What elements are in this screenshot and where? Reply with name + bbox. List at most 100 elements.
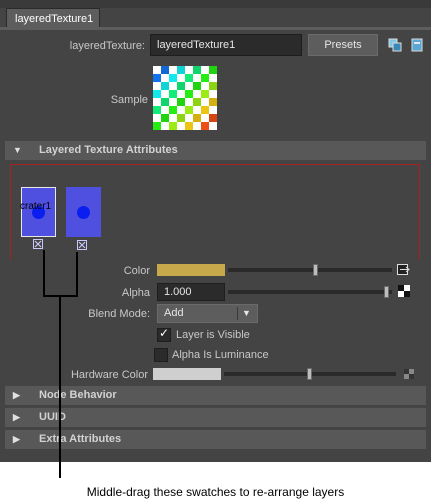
checker-map-icon[interactable]	[398, 285, 410, 297]
sample-label: Sample	[110, 94, 148, 106]
sample-checker-cell	[209, 106, 217, 114]
sample-checker-cell	[161, 106, 169, 114]
sample-checker-cell	[201, 66, 209, 74]
sample-checker-cell	[161, 114, 169, 122]
sample-checker-cell	[169, 90, 177, 98]
blend-mode-dropdown[interactable]: Add ▼	[157, 304, 258, 323]
sample-checker-cell	[209, 114, 217, 122]
sample-checker-cell	[161, 74, 169, 82]
extra-attributes-header[interactable]: ▶ Extra Attributes	[5, 430, 426, 449]
sample-checker-cell	[209, 82, 217, 90]
blend-mode-label: Blend Mode:	[88, 308, 150, 320]
node-type-label: layeredTexture:	[69, 40, 145, 52]
color-slider[interactable]	[228, 268, 392, 272]
sample-checker-cell	[153, 122, 161, 130]
sample-checker-cell	[153, 66, 161, 74]
copy-tab-icon[interactable]	[410, 38, 424, 52]
collapsed-triangle-icon: ▶	[13, 434, 20, 444]
sample-checker-cell	[161, 66, 169, 74]
section-title: Layered Texture Attributes	[39, 144, 178, 156]
focus-icon[interactable]	[388, 38, 402, 52]
sample-checker-cell	[193, 74, 201, 82]
sample-checker-cell	[169, 66, 177, 74]
sample-checker-cell	[177, 74, 185, 82]
blend-mode-value: Add	[164, 307, 184, 319]
sample-checker-cell	[201, 106, 209, 114]
color-swatch[interactable]	[157, 264, 225, 276]
expanded-triangle-icon: ▼	[13, 145, 22, 155]
color-label: Color	[123, 265, 150, 277]
map-button-icon[interactable]	[397, 264, 411, 276]
sample-checker-cell	[209, 74, 217, 82]
sample-checker-cell	[153, 82, 161, 90]
sample-checker-cell	[185, 66, 193, 74]
sample-checker-cell	[177, 98, 185, 106]
hardware-color-slider-handle[interactable]	[307, 368, 312, 380]
dropdown-divider	[237, 307, 238, 320]
remove-layer-icon[interactable]	[33, 239, 43, 249]
sample-checker-cell	[153, 114, 161, 122]
alpha-field[interactable]: 1.000	[157, 283, 225, 301]
sample-checker-cell	[209, 98, 217, 106]
sample-checker-cell	[209, 90, 217, 98]
sample-checker-cell	[185, 82, 193, 90]
presets-button[interactable]: Presets	[308, 34, 378, 56]
sample-checker-cell	[185, 74, 193, 82]
alpha-luminance-checkbox[interactable]	[154, 348, 168, 362]
sample-checker-cell	[193, 98, 201, 106]
color-slider-handle[interactable]	[313, 264, 318, 276]
layer-visible-label: Layer is Visible	[176, 329, 250, 341]
layer-visible-checkbox[interactable]: ✓	[157, 326, 171, 342]
tab-underline	[0, 27, 431, 30]
layered-texture-attributes-header[interactable]: ▼ Layered Texture Attributes	[5, 141, 426, 160]
sample-checker-cell	[185, 122, 193, 130]
sample-checker-cell	[209, 122, 217, 130]
attribute-editor-panel: layeredTexture1 layeredTexture: layeredT…	[0, 0, 431, 462]
collapsed-triangle-icon: ▶	[13, 390, 20, 400]
layer-name-label: crater1	[20, 201, 52, 212]
sample-checker-cell	[161, 82, 169, 90]
sample-checker-cell	[201, 122, 209, 130]
sample-checker-cell	[201, 74, 209, 82]
sample-checker-cell	[169, 82, 177, 90]
sample-checker-cell	[153, 90, 161, 98]
sample-checker-cell	[201, 90, 209, 98]
hardware-color-label: Hardware Color	[70, 369, 148, 381]
sample-checker-cell	[193, 122, 201, 130]
sample-checker-cell	[185, 98, 193, 106]
sample-checker-cell	[201, 98, 209, 106]
sample-checker-cell	[193, 66, 201, 74]
alpha-luminance-label: Alpha Is Luminance	[172, 349, 269, 361]
section-title: Extra Attributes	[39, 433, 122, 445]
remove-layer-icon[interactable]	[77, 240, 87, 250]
uuid-header[interactable]: ▶ UUID	[5, 408, 426, 427]
sample-checker-cell	[185, 90, 193, 98]
hardware-color-swatch[interactable]	[153, 368, 221, 380]
node-behavior-header[interactable]: ▶ Node Behavior	[5, 386, 426, 405]
sample-checker-cell	[169, 106, 177, 114]
layer-swatch-2[interactable]	[66, 187, 101, 237]
tab-layeredtexture1[interactable]: layeredTexture1	[6, 8, 100, 28]
sample-checker-cell	[193, 82, 201, 90]
sample-checker-cell	[161, 98, 169, 106]
sample-checker-cell	[185, 106, 193, 114]
sample-checker-cell	[193, 106, 201, 114]
checkmark-icon: ✓	[159, 326, 170, 340]
alpha-slider[interactable]	[228, 290, 392, 294]
section-title: Node Behavior	[39, 389, 117, 401]
alpha-slider-handle[interactable]	[384, 286, 389, 298]
node-name-field[interactable]: layeredTexture1	[150, 34, 302, 56]
checker-map-icon[interactable]	[404, 369, 414, 379]
sample-checker-cell	[193, 114, 201, 122]
sample-checker-cell	[209, 66, 217, 74]
chevron-down-icon: ▼	[242, 308, 251, 318]
layer-swatch-crater1[interactable]: crater1	[20, 187, 56, 237]
sample-checker-cell	[161, 90, 169, 98]
sample-checker-cell	[177, 82, 185, 90]
annotation-caption: Middle-drag these swatches to re-arrange…	[86, 485, 345, 499]
section-title: UUID	[39, 411, 66, 423]
sample-checker-cell	[169, 122, 177, 130]
swatch-dot	[77, 206, 90, 219]
sample-checker-cell	[177, 66, 185, 74]
sample-checker-cell	[169, 114, 177, 122]
